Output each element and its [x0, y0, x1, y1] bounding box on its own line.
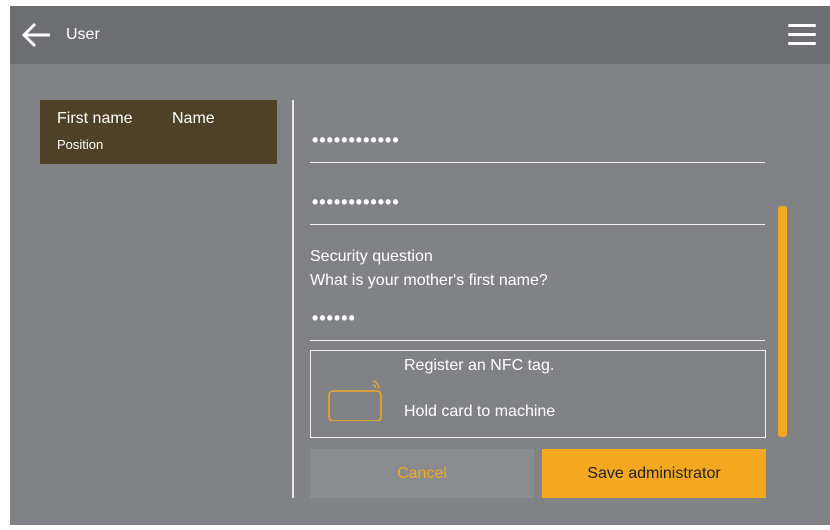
password-confirm-value: ••••••••••••: [312, 192, 400, 212]
menu-button[interactable]: [786, 20, 818, 50]
nfc-title: Register an NFC tag.: [404, 357, 555, 374]
hamburger-menu-icon: [788, 24, 816, 45]
page-title: User: [66, 26, 100, 43]
user-screen: User First name Name Position ••••••••••…: [10, 6, 830, 525]
nfc-register-box[interactable]: Register an NFC tag. Hold card to machin…: [310, 350, 766, 438]
save-administrator-button[interactable]: Save administrator: [542, 449, 766, 498]
cancel-button[interactable]: Cancel: [310, 449, 534, 498]
user-position: Position: [57, 137, 104, 152]
top-bar: User: [10, 6, 830, 64]
security-question-select[interactable]: What is your mother's first name?: [310, 272, 548, 290]
password-field[interactable]: ••••••••••••: [310, 118, 765, 163]
nfc-instruction: Hold card to machine: [404, 403, 556, 420]
password-confirm-field[interactable]: ••••••••••••: [310, 181, 765, 225]
password-value: ••••••••••••: [312, 130, 400, 150]
user-card[interactable]: First name Name Position: [40, 100, 277, 164]
security-question-label: Security question: [310, 248, 433, 265]
security-answer-value: ••••••: [312, 308, 356, 328]
nfc-card-icon: [328, 380, 382, 421]
user-first-name: First name: [57, 110, 133, 127]
security-answer-field[interactable]: ••••••: [310, 296, 765, 341]
scrollbar[interactable]: [778, 206, 787, 437]
vertical-divider: [292, 100, 294, 498]
arrow-left-icon: [21, 22, 50, 48]
user-name: Name: [172, 110, 215, 127]
back-button[interactable]: [20, 19, 54, 51]
